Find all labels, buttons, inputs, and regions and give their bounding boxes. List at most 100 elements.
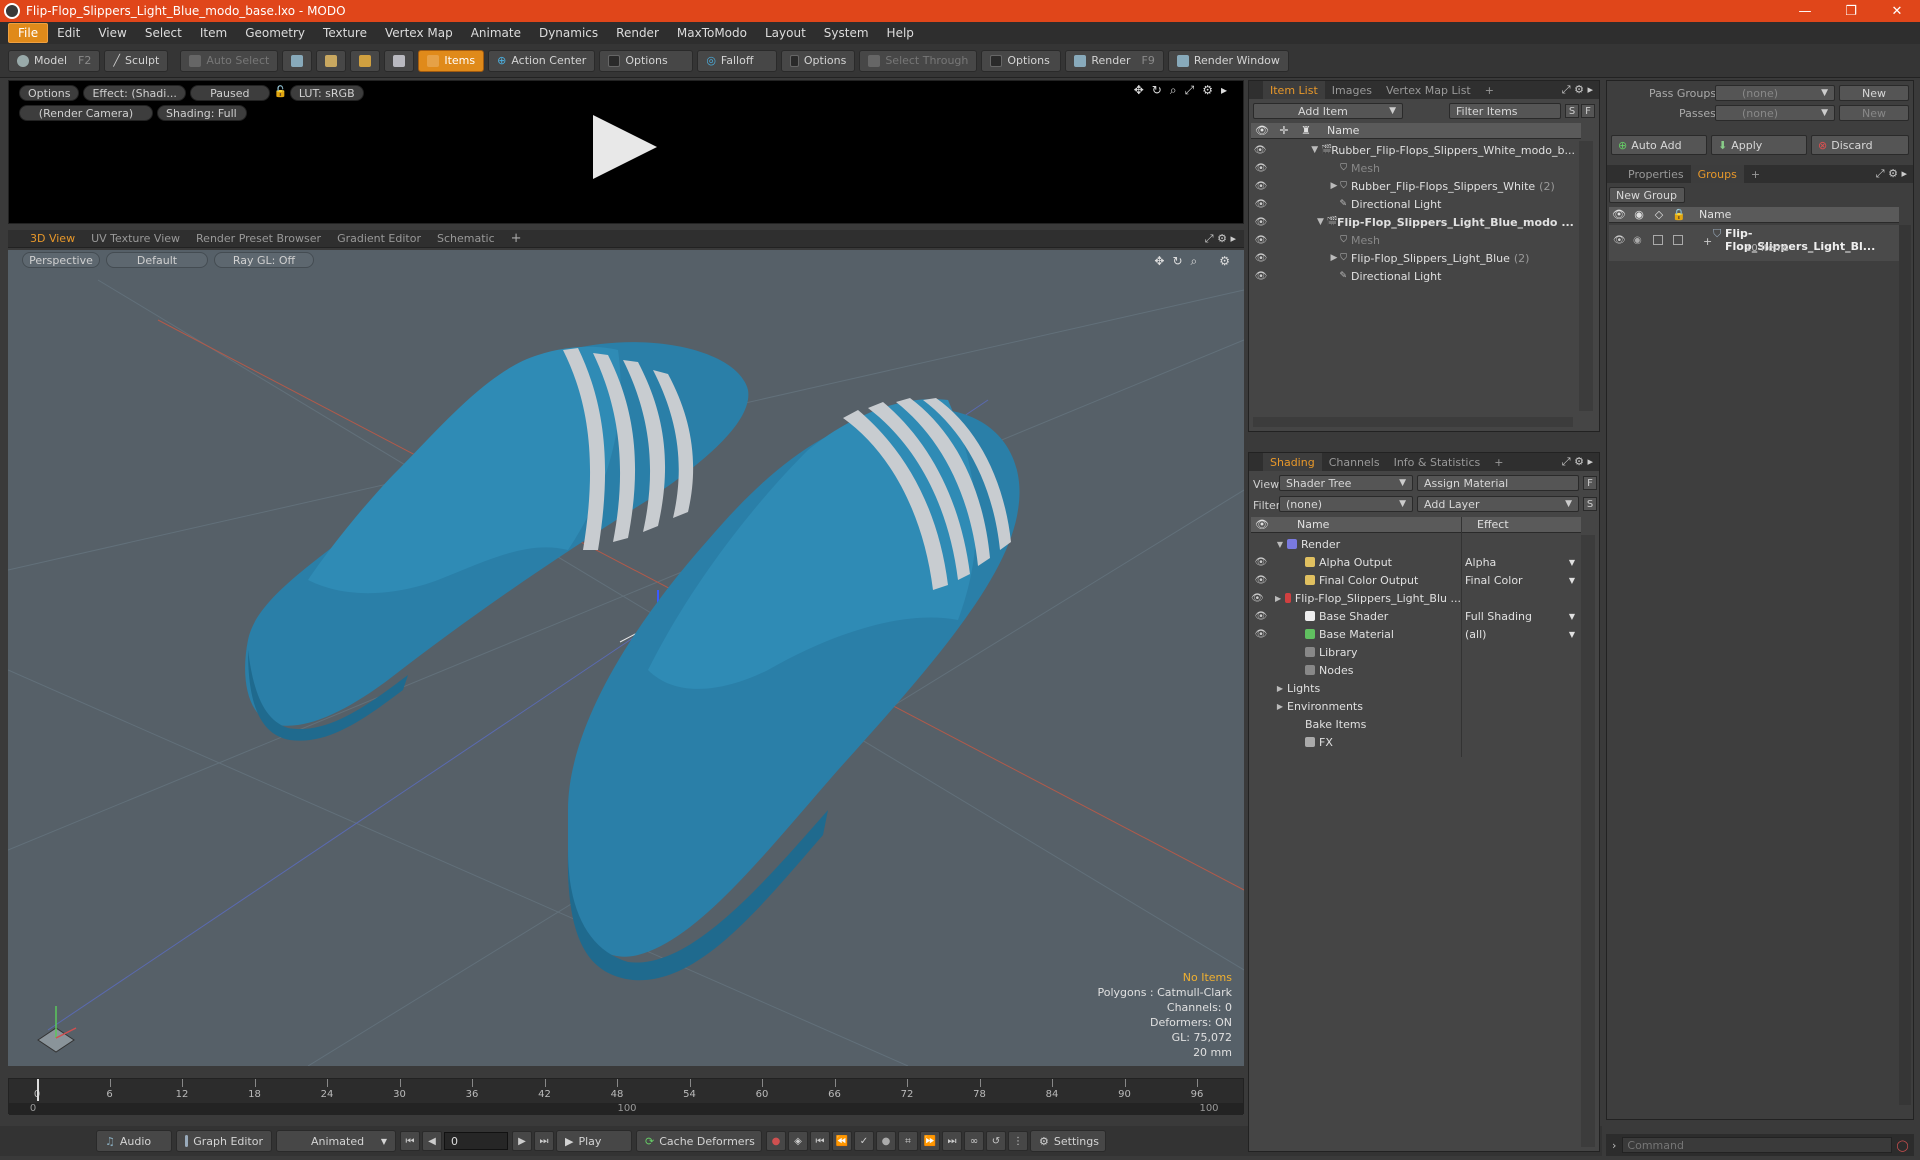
eye-icon[interactable]: 👁	[1613, 235, 1626, 246]
playhead[interactable]	[37, 1079, 39, 1101]
play-button[interactable]: ▶ Play	[556, 1130, 632, 1152]
add-tab-button[interactable]: +	[1744, 165, 1767, 183]
command-input[interactable]	[1622, 1137, 1893, 1153]
items-mode-button[interactable]: Items	[418, 49, 485, 72]
menu-help[interactable]: Help	[878, 24, 923, 42]
prev-frame-icon[interactable]: ⏮	[810, 1131, 830, 1151]
eye-icon[interactable]: 👁	[1251, 253, 1271, 264]
pass-groups-dropdown[interactable]: (none) ▼	[1715, 85, 1835, 101]
add-item-dropdown[interactable]: Add Item ▼	[1253, 103, 1403, 119]
assign-material-button[interactable]: Assign Material	[1417, 475, 1579, 491]
eye-icon[interactable]: 👁	[1251, 163, 1271, 174]
shading-dropdown[interactable]: Shading: Full	[157, 105, 247, 121]
shader-tree-row[interactable]: 👁 Final Color Output	[1251, 571, 1461, 589]
set-key-icon[interactable]: ✓	[854, 1131, 874, 1151]
tab-shading[interactable]: Shading	[1263, 453, 1322, 471]
menu-animate[interactable]: Animate	[462, 24, 530, 42]
shader-tree-row[interactable]: 👁 Alpha Output	[1251, 553, 1461, 571]
3d-viewport[interactable]: Perspective Default Ray GL: Off ✥ ↻ ⌕ ⚙	[8, 250, 1244, 1066]
gear-icon[interactable]: ⚙	[1574, 455, 1584, 468]
menu-render[interactable]: Render	[607, 24, 668, 42]
effect-column-header[interactable]: Effect	[1477, 518, 1509, 531]
prev-icon[interactable]: ⏪	[832, 1131, 852, 1151]
apply-button[interactable]: ⬇ Apply	[1711, 135, 1807, 155]
animated-dropdown[interactable]: Animated ▼	[276, 1130, 396, 1152]
tab-gradient-editor[interactable]: Gradient Editor	[329, 230, 429, 248]
restore-button[interactable]: ❐	[1828, 0, 1874, 22]
graph-editor-button[interactable]: Graph Editor	[176, 1130, 272, 1152]
effect-dropdown[interactable]: Full Shading ▼	[1465, 607, 1579, 625]
gear-icon[interactable]: ⚙	[1217, 232, 1227, 245]
options-icon[interactable]: ⋮	[1008, 1131, 1028, 1151]
model-button[interactable]: Model F2	[8, 49, 101, 72]
gear-icon[interactable]: ⚙	[1202, 83, 1213, 98]
shader-tree-row[interactable]: Library	[1251, 643, 1461, 661]
item-list-row[interactable]: 👁 ✎ Directional Light	[1251, 195, 1579, 213]
add-tab-button[interactable]: +	[1478, 81, 1501, 99]
menu-geometry[interactable]: Geometry	[236, 24, 314, 42]
action-center-options-button[interactable]: Options	[599, 49, 694, 72]
next-icon[interactable]: ⏩	[920, 1131, 940, 1151]
menu-vertex-map[interactable]: Vertex Map	[376, 24, 462, 42]
shader-tree-row[interactable]: Bake Items	[1251, 715, 1461, 733]
tab-uv-texture-view[interactable]: UV Texture View	[83, 230, 188, 248]
effect-dropdown[interactable]: Final Color ▼	[1465, 571, 1579, 589]
render-icon[interactable]: ◉	[1633, 235, 1642, 246]
camera-dropdown[interactable]: (Render Camera)	[19, 105, 153, 121]
menu-layout[interactable]: Layout	[756, 24, 815, 42]
eye-icon[interactable]: 👁	[1251, 271, 1271, 282]
arrow-right-icon[interactable]: ▸	[1221, 83, 1227, 98]
lock-icon[interactable]: 🔓	[274, 85, 288, 101]
tab-item-list[interactable]: Item List	[1263, 81, 1325, 99]
new-group-button[interactable]: New Group	[1609, 187, 1685, 203]
groups-scrollbar[interactable]	[1899, 225, 1911, 1105]
next-frame-icon[interactable]: ⏭	[942, 1131, 962, 1151]
f-toggle[interactable]: F	[1583, 476, 1597, 490]
s-toggle[interactable]: S	[1565, 104, 1579, 118]
item-list-row[interactable]: 👁 ▼ 🎬 Rubber_Flip-Flops_Slippers_White_mod…	[1251, 141, 1579, 159]
go-start-icon[interactable]: ⏮	[400, 1131, 420, 1151]
discard-button[interactable]: ⊗ Discard	[1811, 135, 1909, 155]
eye-icon[interactable]: 👁	[1251, 145, 1269, 156]
frame-input[interactable]: 0	[444, 1132, 508, 1150]
rotate-icon[interactable]: ↻	[1152, 83, 1162, 98]
go-end-icon[interactable]: ⏭	[534, 1131, 554, 1151]
eye-icon[interactable]: 👁	[1609, 208, 1629, 221]
add-tab-button[interactable]: +	[503, 230, 530, 248]
passes-dropdown[interactable]: (none) ▼	[1715, 105, 1835, 121]
new-pass-button[interactable]: New	[1839, 105, 1909, 121]
item-list-scrollbar[interactable]	[1579, 141, 1593, 411]
eye-icon[interactable]: 👁	[1251, 593, 1264, 604]
select-col-icon[interactable]: ◇	[1649, 208, 1669, 221]
play-icon[interactable]	[593, 115, 657, 179]
menu-item[interactable]: Item	[191, 24, 236, 42]
name-column-header[interactable]: Name	[1327, 124, 1359, 137]
eye-icon[interactable]: 👁	[1251, 124, 1273, 137]
sculpt-button[interactable]: ╱ Sculpt	[104, 49, 169, 72]
next-key-icon[interactable]: ▶	[512, 1131, 532, 1151]
eye-icon[interactable]: 👁	[1251, 235, 1271, 246]
eye-icon[interactable]: 👁	[1251, 518, 1273, 531]
maximize-icon[interactable]: ⤢	[1205, 232, 1214, 245]
s-toggle[interactable]: S	[1583, 497, 1597, 511]
name-column-header[interactable]: Name	[1297, 518, 1477, 531]
shader-tree-scrollbar[interactable]	[1581, 535, 1595, 1147]
item-list-row[interactable]: 👁 ▼ 🎬 Flip-Flop_Slippers_Light_Blue_modo .…	[1251, 213, 1579, 231]
shader-tree-row[interactable]: Nodes	[1251, 661, 1461, 679]
eye-icon[interactable]: 👁	[1251, 611, 1271, 622]
item-list-row[interactable]: 👁 ▶ ⛉ Flip-Flop_Slippers_Light_Blue (2)	[1251, 249, 1579, 267]
expand-icon[interactable]: ▶	[1271, 702, 1287, 711]
add-tab-button[interactable]: +	[1487, 453, 1510, 471]
maximize-icon[interactable]: ⤢	[1185, 83, 1195, 98]
eye-icon[interactable]: 👁	[1251, 575, 1271, 586]
filter-dropdown[interactable]: (none) ▼	[1279, 496, 1413, 512]
expand-icon[interactable]: ▶	[1264, 594, 1285, 603]
lut-dropdown[interactable]: LUT: sRGB	[289, 85, 364, 101]
maximize-icon[interactable]: ⤢	[1562, 83, 1571, 96]
filter-items-input[interactable]: Filter Items	[1449, 103, 1561, 119]
tab-info-statistics[interactable]: Info & Statistics	[1387, 453, 1488, 471]
eye-icon[interactable]: 👁	[1251, 629, 1271, 640]
pan-icon[interactable]: ✥	[1134, 83, 1144, 98]
menu-system[interactable]: System	[815, 24, 878, 42]
tab-render-preset-browser[interactable]: Render Preset Browser	[188, 230, 329, 248]
